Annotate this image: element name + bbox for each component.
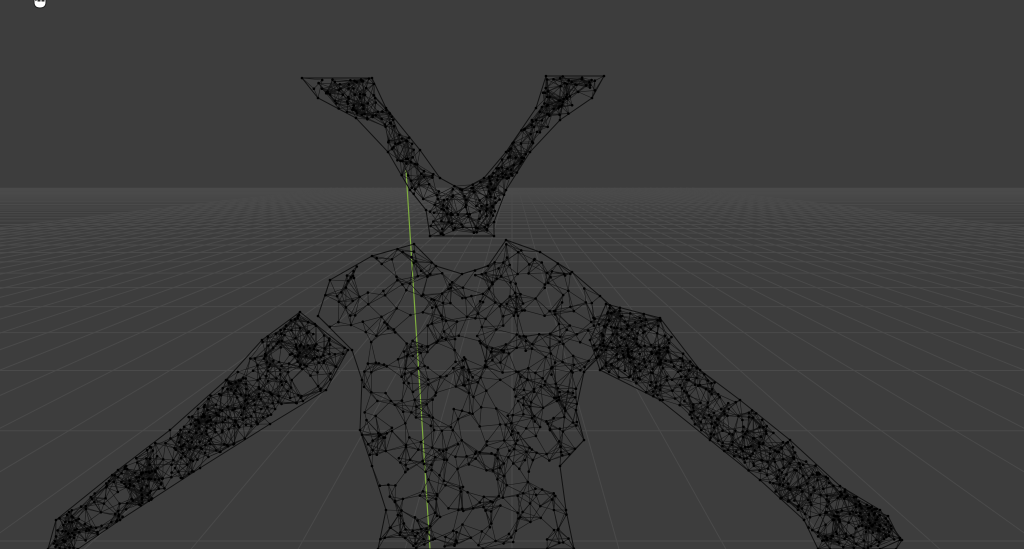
wireframe-mesh[interactable] bbox=[46, 74, 904, 549]
mesh-edges bbox=[47, 75, 903, 549]
3d-viewport[interactable] bbox=[0, 0, 1024, 549]
mesh-vertices[interactable] bbox=[46, 74, 904, 549]
hand-cursor-icon bbox=[30, 0, 50, 10]
viewport-canvas[interactable] bbox=[0, 0, 1024, 549]
